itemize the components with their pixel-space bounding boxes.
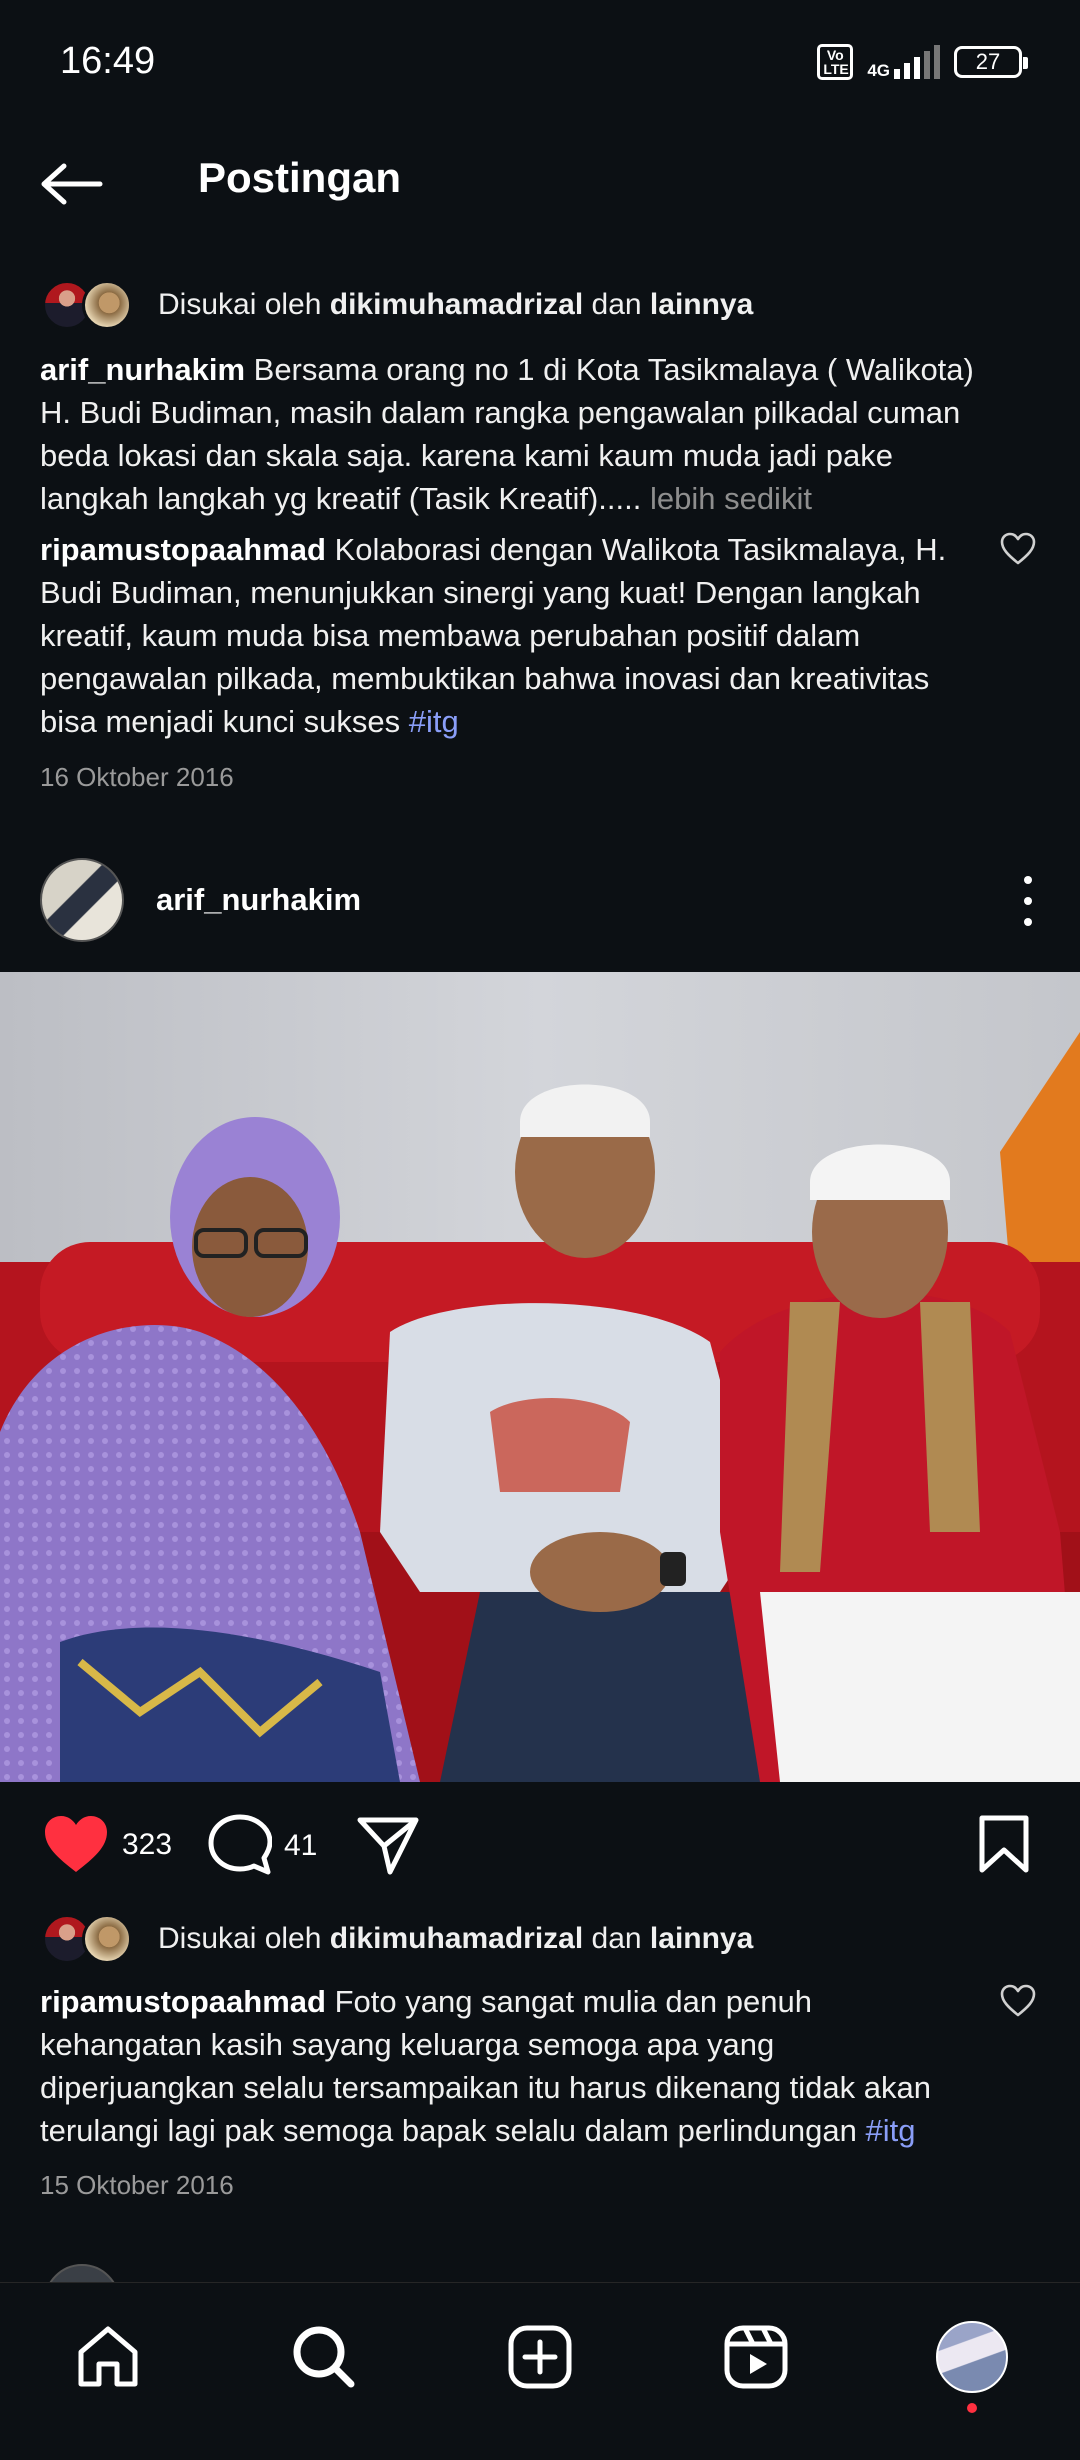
bookmark-icon: [979, 1815, 1029, 1873]
comment-like-button[interactable]: [1000, 1984, 1036, 2018]
post-header: arif_nurhakim: [0, 858, 1080, 944]
page-header: Postingan: [0, 130, 1080, 235]
like-button[interactable]: 323: [42, 1814, 172, 1876]
reels-icon: [724, 2325, 788, 2389]
post-photo[interactable]: [0, 972, 1080, 1782]
likes-others[interactable]: lainnya: [650, 1922, 753, 1956]
back-button[interactable]: [40, 154, 110, 214]
caption-less-link[interactable]: lebih sedikit: [650, 481, 812, 516]
likes-mid: dan: [591, 288, 642, 321]
avatar: [82, 1914, 132, 1964]
nav-home[interactable]: [70, 2319, 146, 2395]
post-date: 15 Oktober 2016: [40, 2170, 234, 2200]
likes-others[interactable]: lainnya: [650, 288, 753, 322]
post-actions: 323 41: [0, 1808, 1080, 1884]
notification-dot: [967, 2403, 977, 2413]
likes-user[interactable]: dikimuhamadrizal: [330, 288, 583, 322]
likes-prefix: Disukai oleh: [158, 288, 322, 321]
comment-count[interactable]: 41: [284, 1829, 317, 1863]
comment-username[interactable]: ripamustopaahmad: [40, 532, 326, 567]
profile-avatar: [936, 2321, 1008, 2393]
caption-username[interactable]: arif_nurhakim: [40, 352, 245, 387]
battery-icon: 27: [954, 46, 1028, 78]
comment-like-button[interactable]: [1000, 532, 1036, 566]
heart-outline-icon: [1000, 1984, 1036, 2017]
comment-bubble-icon: [208, 1814, 272, 1875]
photo-image: [0, 972, 1080, 1782]
likes-prefix: Disukai oleh: [158, 1922, 322, 1955]
search-icon: [293, 2326, 355, 2388]
comment-hashtag[interactable]: #itg: [866, 2113, 916, 2148]
status-icons: Vo LTE 4G 27: [817, 44, 1028, 80]
avatar: [82, 280, 132, 330]
volte-icon: Vo LTE: [817, 44, 854, 80]
avatar[interactable]: [40, 858, 124, 942]
nav-reels[interactable]: [718, 2319, 794, 2395]
paper-plane-icon: [357, 1817, 419, 1875]
network-type: 4G: [867, 61, 890, 80]
post-username[interactable]: arif_nurhakim: [156, 882, 361, 918]
post-caption: arif_nurhakim Bersama orang no 1 di Kota…: [40, 348, 1000, 520]
comment-username[interactable]: ripamustopaahmad: [40, 1984, 326, 2019]
nav-create[interactable]: [502, 2319, 578, 2395]
heart-filled-icon: [45, 1816, 107, 1872]
likes-summary[interactable]: Disukai oleh dikimuhamadrizal dan lainny…: [42, 278, 753, 332]
status-bar: 16:49 Vo LTE 4G 27: [0, 0, 1080, 130]
comment: ripamustopaahmad Foto yang sangat mulia …: [40, 1980, 970, 2152]
share-button[interactable]: [356, 1816, 420, 1876]
add-post-icon: [508, 2325, 572, 2389]
battery-level: 27: [975, 49, 1001, 74]
nav-profile[interactable]: [934, 2319, 1010, 2395]
liker-avatars: [42, 278, 142, 332]
comment-button[interactable]: 41: [208, 1814, 317, 1878]
bottom-navigation: [0, 2282, 1080, 2460]
liker-avatars: [42, 1912, 142, 1966]
comment: ripamustopaahmad Kolaborasi dengan Walik…: [40, 528, 970, 743]
home-icon: [78, 2326, 138, 2387]
status-time: 16:49: [60, 40, 156, 82]
nav-search[interactable]: [286, 2319, 362, 2395]
heart-outline-icon: [1000, 532, 1036, 565]
likes-summary[interactable]: Disukai oleh dikimuhamadrizal dan lainny…: [42, 1912, 753, 1966]
like-count[interactable]: 323: [122, 1828, 172, 1862]
likes-user[interactable]: dikimuhamadrizal: [330, 1922, 583, 1956]
likes-mid: dan: [591, 1922, 642, 1955]
vertical-dots-icon: [1024, 876, 1032, 884]
post-date: 16 Oktober 2016: [40, 762, 234, 792]
save-button[interactable]: [978, 1814, 1030, 1874]
comment-hashtag[interactable]: #itg: [409, 704, 459, 739]
network-signal-icon: 4G: [867, 45, 940, 79]
page-title: Postingan: [198, 154, 402, 201]
arrow-left-icon: [41, 163, 103, 205]
more-options-button[interactable]: [1018, 876, 1038, 926]
